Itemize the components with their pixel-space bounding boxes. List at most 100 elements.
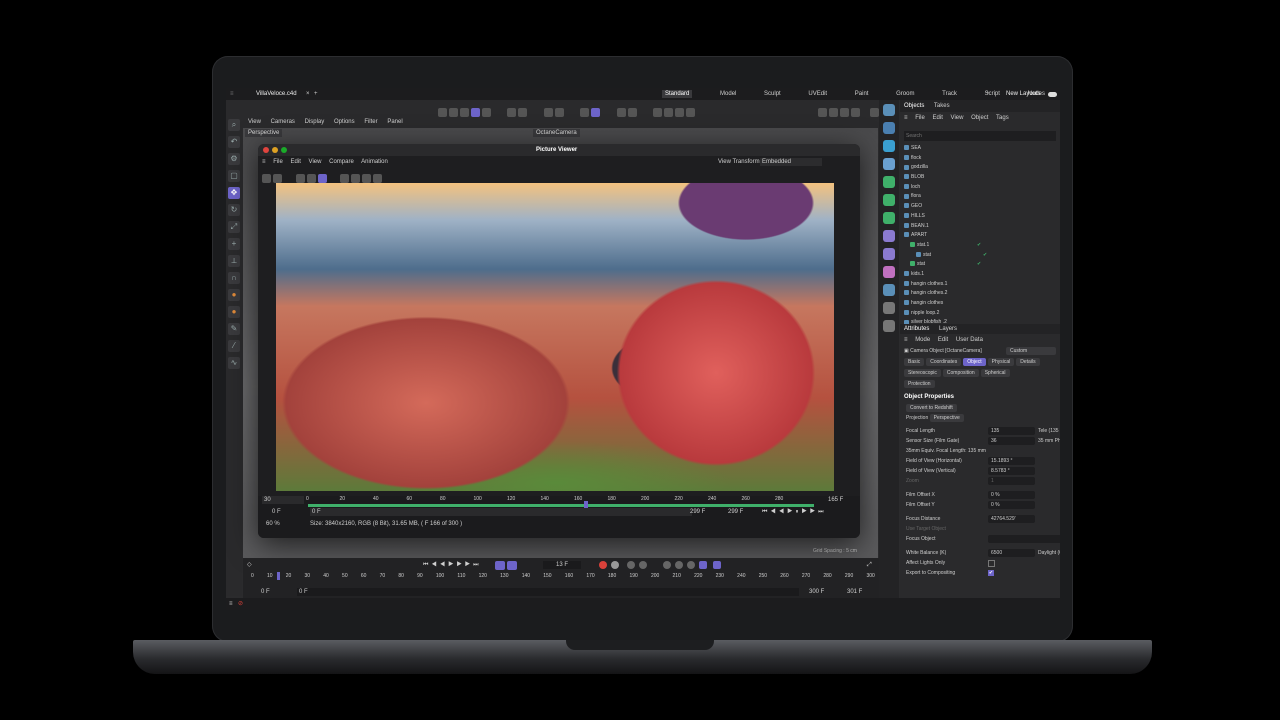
align-icon[interactable]: ⟂ xyxy=(228,255,240,267)
axis-icon[interactable] xyxy=(507,108,517,118)
layout-tab-groom[interactable]: Groom xyxy=(896,90,914,98)
scale-icon[interactable] xyxy=(449,108,458,118)
plane-icon[interactable] xyxy=(883,122,895,134)
render-region-icon[interactable] xyxy=(543,108,553,118)
hamburger-icon[interactable]: ≡ xyxy=(904,337,908,343)
obj-menu-view[interactable]: View xyxy=(951,115,964,121)
sculpt-icon[interactable]: ● xyxy=(228,306,240,318)
check-icon[interactable]: ✔ xyxy=(983,252,987,258)
maximize-button[interactable] xyxy=(281,147,287,153)
layout-tab-standard[interactable]: Standard xyxy=(662,90,693,98)
viewport-menu-cameras[interactable]: Cameras xyxy=(271,119,295,125)
grid-icon[interactable] xyxy=(580,108,590,118)
magnet-icon[interactable]: ∩ xyxy=(228,272,240,284)
text-icon[interactable] xyxy=(883,158,895,170)
obj-menu-object[interactable]: Object xyxy=(971,115,988,121)
key-icon[interactable] xyxy=(627,561,635,569)
loop-icon[interactable] xyxy=(495,561,505,570)
film-icon[interactable] xyxy=(818,108,827,118)
error-icon[interactable]: ⊘ xyxy=(238,600,243,608)
render-settings-icon[interactable] xyxy=(627,108,637,118)
compare-icon[interactable] xyxy=(350,174,360,184)
list-item[interactable]: godzilla xyxy=(900,163,1060,173)
subtab-details[interactable]: Details xyxy=(1016,358,1040,366)
undo-icon[interactable]: ↶ xyxy=(228,136,240,148)
workplane-icon[interactable] xyxy=(591,108,601,118)
list-item[interactable]: flock xyxy=(900,154,1060,164)
rotate-icon[interactable] xyxy=(460,108,469,118)
viewport-menu-display[interactable]: Display xyxy=(305,119,325,125)
points-icon[interactable] xyxy=(482,108,491,118)
white-balance-preset[interactable]: Daylight (65 xyxy=(1038,548,1060,558)
list-item[interactable]: kids.1 xyxy=(900,270,1060,280)
projection-select[interactable]: Perspective xyxy=(929,414,964,422)
convert-button[interactable]: Convert to Redshift xyxy=(906,404,957,412)
fit-icon[interactable] xyxy=(318,174,328,184)
select-icon[interactable]: ▢ xyxy=(228,170,240,182)
menu-icon[interactable]: ≡ xyxy=(229,600,233,608)
pv-menu-edit[interactable]: Edit xyxy=(291,159,301,165)
layout-tab-model[interactable]: Model xyxy=(720,90,736,98)
viewport-menu-view[interactable]: View xyxy=(248,119,261,125)
scale-key-icon[interactable] xyxy=(687,561,695,569)
region-icon[interactable] xyxy=(307,174,317,184)
move-key-icon[interactable] xyxy=(663,561,671,569)
start-frame[interactable]: 0 F xyxy=(261,588,270,596)
end-frame-2[interactable]: 301 F xyxy=(847,588,862,596)
menu-icon[interactable]: ≡ xyxy=(230,90,234,98)
viewport-camera[interactable]: OctaneCamera xyxy=(533,129,580,137)
subtab-object[interactable]: Object xyxy=(963,358,986,366)
pv-menu-file[interactable]: File xyxy=(273,159,283,165)
pv-start-frame[interactable]: 0 F xyxy=(272,508,281,516)
attr-menu-edit[interactable]: Edit xyxy=(938,337,948,343)
cloner-icon[interactable] xyxy=(883,194,895,206)
spline-icon[interactable]: ∿ xyxy=(228,357,240,369)
white-balance-field[interactable]: 6500 xyxy=(988,549,1035,557)
subtab-composition[interactable]: Composition xyxy=(942,369,979,377)
list-item[interactable]: loch xyxy=(900,183,1060,193)
field-icon[interactable] xyxy=(883,248,895,260)
fov-v-field[interactable]: 8.5783 ° xyxy=(988,467,1035,475)
light-icon[interactable] xyxy=(675,108,685,118)
move-tool-icon[interactable]: ✥ xyxy=(228,187,240,199)
object-mode-icon[interactable] xyxy=(471,108,480,118)
preset-select[interactable]: Custom xyxy=(1006,347,1056,355)
render-view-icon[interactable] xyxy=(554,108,564,118)
close-button[interactable] xyxy=(263,147,269,153)
layout-tab-uvedit[interactable]: UVEdit xyxy=(808,90,827,98)
rotate-key-icon[interactable] xyxy=(675,561,683,569)
object-search-input[interactable] xyxy=(904,131,1056,141)
attr-menu-mode[interactable]: Mode xyxy=(915,337,930,343)
list-item[interactable]: flora xyxy=(900,192,1060,202)
layout-tab-track[interactable]: Track xyxy=(942,90,957,98)
save-icon[interactable] xyxy=(273,174,282,184)
start-frame-field[interactable]: 0 F xyxy=(297,588,799,596)
render-icon[interactable] xyxy=(616,108,626,118)
subtab-protection[interactable]: Protection xyxy=(904,380,935,388)
viewport-menu-panel[interactable]: Panel xyxy=(387,119,402,125)
export-compositing-checkbox[interactable]: ✔ xyxy=(988,570,994,576)
tab-layers[interactable]: Layers xyxy=(939,326,957,332)
knife-icon[interactable]: ⁄ xyxy=(228,340,240,352)
list-item[interactable]: hangin clothes.1 xyxy=(900,280,1060,290)
pv-menu-view[interactable]: View xyxy=(309,159,322,165)
zoom-icon[interactable]: ⌕ xyxy=(228,119,240,131)
record-button[interactable] xyxy=(599,561,607,569)
subtab-coordinates[interactable]: Coordinates xyxy=(926,358,962,366)
key-icon-2[interactable] xyxy=(639,561,647,569)
ab-a-icon[interactable] xyxy=(361,174,371,184)
pv-menu-compare[interactable]: Compare xyxy=(329,159,354,165)
fps-icon[interactable] xyxy=(507,561,517,570)
close-tab-icon[interactable]: × xyxy=(306,90,310,98)
list-item[interactable]: stat ✔ xyxy=(900,260,1060,270)
timeline-playhead[interactable] xyxy=(277,572,280,580)
current-frame-field[interactable]: 13 F xyxy=(543,561,581,569)
obj-menu-edit[interactable]: Edit xyxy=(933,115,943,121)
tab-takes[interactable]: Takes xyxy=(934,103,950,109)
tab-objects[interactable]: Objects xyxy=(904,103,924,109)
pv-end-frame-2[interactable]: 299 F xyxy=(728,508,743,516)
list-item[interactable]: SEA xyxy=(900,144,1060,154)
film-icon-2[interactable] xyxy=(829,108,838,118)
viewport-menu-filter[interactable]: Filter xyxy=(364,119,377,125)
pen-icon[interactable]: ✎ xyxy=(228,323,240,335)
